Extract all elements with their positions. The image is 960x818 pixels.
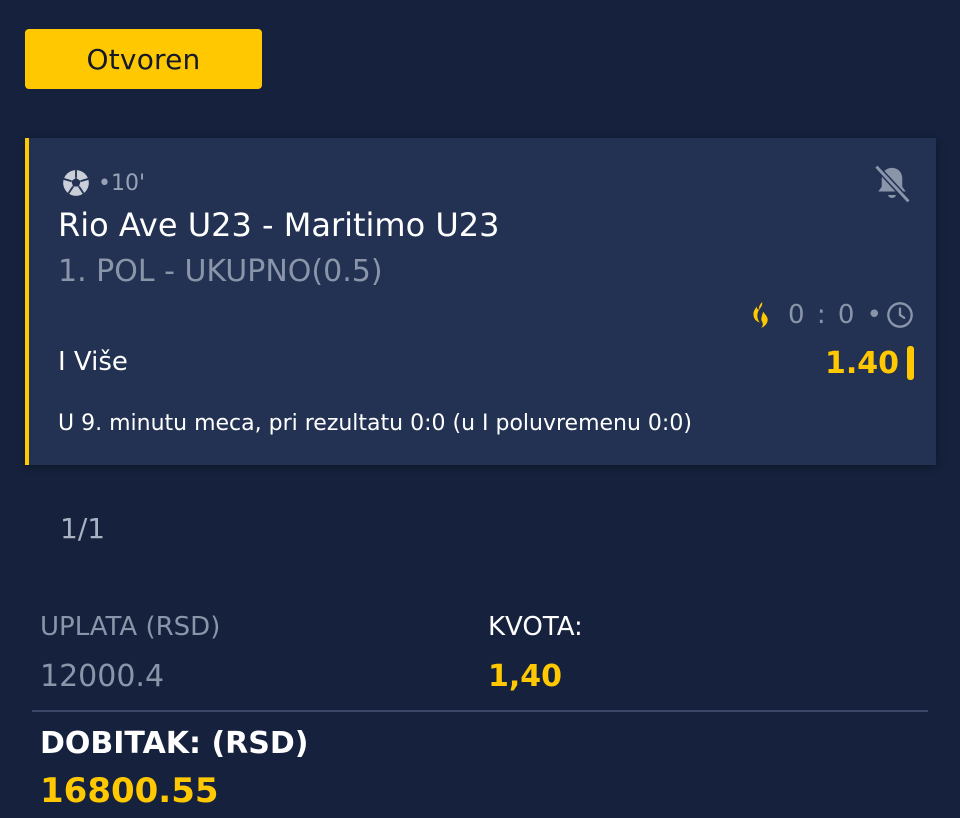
odd-value: 1.40 — [824, 345, 899, 381]
summary-divider — [32, 710, 928, 712]
total-odds-label: KVOTA: — [488, 612, 583, 642]
market-name: 1. POL - UKUPNO(0.5) — [58, 254, 383, 289]
pagination-indicator: 1/1 — [60, 512, 106, 545]
total-odds-value: 1,40 — [488, 659, 563, 694]
flame-icon — [753, 302, 768, 328]
soccer-ball-icon — [63, 170, 89, 196]
event-meta: •10' — [62, 168, 145, 198]
ticket-status-button[interactable]: Otvoren — [25, 29, 262, 89]
clock-icon — [887, 302, 913, 328]
bet-selection-card[interactable]: •10' Rio Ave U23 - Maritimo U23 1. POL -… — [25, 138, 936, 465]
stake-value: 12000.4 — [40, 659, 165, 694]
odd-indicator — [907, 346, 914, 380]
live-score-row: 0 : 0 • — [750, 298, 914, 332]
payout-value: 16800.55 — [40, 771, 219, 811]
bell-off-icon[interactable] — [870, 162, 914, 206]
payout-label: DOBITAK: (RSD) — [40, 726, 309, 761]
match-title: Rio Ave U23 - Maritimo U23 — [58, 206, 500, 244]
stake-label: UPLATA (RSD) — [40, 612, 221, 642]
match-minute: •10' — [98, 170, 146, 196]
bet-note: U 9. minutu meca, pri rezultatu 0:0 (u I… — [58, 411, 692, 436]
bet-pick: I Više — [58, 347, 128, 377]
live-score: 0 : 0 • — [788, 300, 884, 330]
selection-odd: 1.40 — [825, 344, 914, 382]
